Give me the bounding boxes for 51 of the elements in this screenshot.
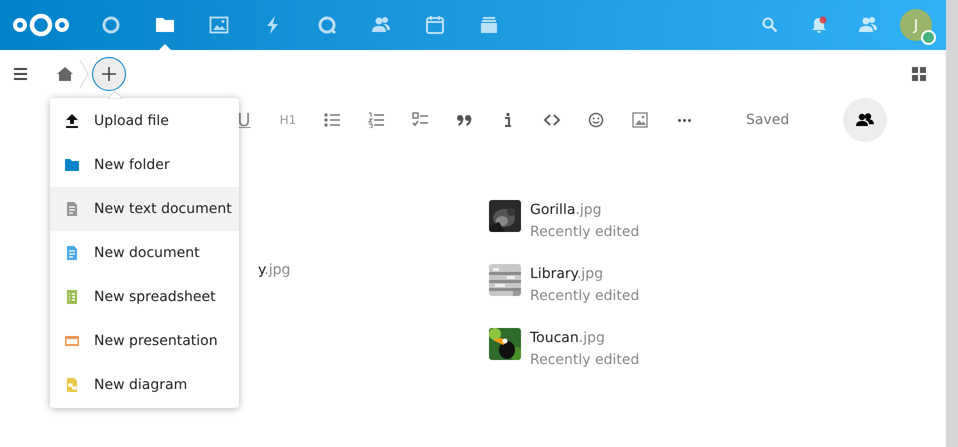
menu-item[interactable]: New document	[50, 231, 239, 275]
diagram-icon	[64, 377, 80, 393]
menu-item[interactable]: New spreadsheet	[50, 275, 239, 319]
dashboard-icon[interactable]	[101, 15, 121, 35]
menu-item[interactable]: Upload file	[50, 99, 239, 143]
checklist-icon	[412, 112, 428, 128]
share-button[interactable]	[843, 98, 888, 142]
plus-icon	[102, 66, 116, 80]
file-name: Gorilla.jpg	[530, 201, 603, 220]
image-icon	[632, 112, 648, 128]
active-indicator-icon	[159, 44, 171, 50]
search-icon[interactable]	[762, 17, 778, 33]
file-name: y.jpg	[258, 262, 290, 278]
more-icon	[678, 118, 690, 122]
save-status: Saved	[746, 110, 790, 130]
spreadsheet-icon	[64, 289, 80, 305]
folder-icon[interactable]	[155, 15, 175, 35]
add-button[interactable]	[92, 56, 126, 90]
calendar-icon[interactable]	[425, 15, 445, 35]
text-file-icon	[64, 201, 80, 217]
code-icon	[544, 112, 560, 128]
file-subtitle: Recently edited	[530, 223, 640, 242]
breadcrumb-chevron-icon	[79, 58, 89, 88]
menu-item[interactable]: New text document	[50, 187, 239, 231]
stack-icon[interactable]	[479, 15, 499, 35]
file-name: Toucan.jpg	[530, 329, 606, 348]
emoji-icon	[588, 112, 604, 128]
file-subtitle: Recently edited	[530, 351, 640, 370]
grid-view-icon[interactable]	[912, 66, 926, 80]
quote-icon	[456, 112, 472, 128]
image-icon[interactable]	[209, 15, 229, 35]
menu-item[interactable]: New diagram	[50, 363, 239, 407]
menu-item[interactable]: New presentation	[50, 319, 239, 363]
scrollbar[interactable]	[946, 0, 958, 447]
people-icon[interactable]	[858, 15, 878, 35]
upload-icon	[64, 113, 80, 129]
people-icon[interactable]	[371, 15, 391, 35]
home-icon[interactable]	[57, 66, 73, 80]
bell-icon[interactable]	[810, 16, 828, 34]
logo-icon[interactable]	[12, 12, 70, 38]
bulleted-list-icon	[324, 112, 340, 128]
people-icon	[856, 113, 874, 127]
numbered-list-icon	[368, 112, 384, 128]
folder-icon	[64, 157, 80, 173]
document-icon	[64, 245, 80, 261]
menu-icon[interactable]	[14, 68, 27, 80]
file-name: Library.jpg	[530, 265, 604, 284]
chat-bubble-icon[interactable]	[317, 15, 337, 35]
menu-item[interactable]: New folder	[50, 143, 239, 187]
file-subtitle: Recently edited	[530, 287, 640, 306]
presentation-icon	[64, 333, 80, 349]
